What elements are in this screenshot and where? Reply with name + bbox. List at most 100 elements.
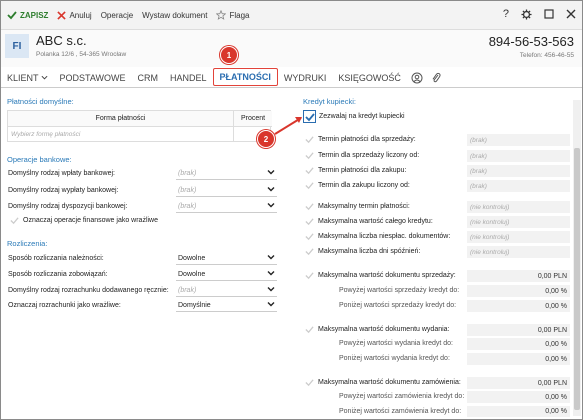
sensitive-settlement-select[interactable]: Domyślnie xyxy=(176,299,277,312)
chevron-down-icon xyxy=(267,254,275,262)
term-purchase-from-value[interactable]: (brak) xyxy=(467,180,570,192)
bank-ops-title: Operacje bankowe: xyxy=(7,155,72,164)
bank-withdrawal-select[interactable]: (brak) xyxy=(176,184,277,197)
receivables-label: Sposób rozliczania należności: xyxy=(8,255,104,262)
max-sale-doc-value[interactable]: 0,00 PLN xyxy=(467,270,570,282)
term-purchase-label: Termin płatności dla zakupu: xyxy=(318,167,407,174)
max-unpaid-checkbox[interactable] xyxy=(305,232,314,241)
term-sale-value[interactable]: (brak) xyxy=(467,134,570,146)
chevron-down-icon xyxy=(267,186,275,194)
max-order-doc-label: Maksymalna wartość dokumentu zamówienia: xyxy=(318,379,461,386)
max-late-label: Maksymalna liczba dni spóźnień: xyxy=(318,248,421,255)
liabilities-value: Dowolne xyxy=(178,270,206,278)
tab-crm[interactable]: CRM xyxy=(132,68,165,87)
issue-below-value[interactable]: 0,00 % xyxy=(467,353,570,365)
bank-order-value: (brak) xyxy=(178,202,197,210)
sale-above-value[interactable]: 0,00 % xyxy=(467,285,570,297)
tab-handel[interactable]: HANDEL xyxy=(164,68,213,87)
max-credit-value[interactable]: (nie kontroluj) xyxy=(467,216,570,228)
receivables-select[interactable]: Dowolne xyxy=(176,252,277,265)
sensitive-settlement-value: Domyślnie xyxy=(178,301,211,309)
manual-settlement-label: Domyślny rodzaj rozrachunku dodawanego r… xyxy=(8,287,169,294)
receivables-value: Dowolne xyxy=(178,254,206,262)
max-term-value[interactable]: (nie kontroluj) xyxy=(467,201,570,213)
liabilities-label: Sposób rozliczania zobowiązań: xyxy=(8,271,108,278)
term-purchase-value[interactable]: (brak) xyxy=(467,165,570,177)
max-order-doc-checkbox[interactable] xyxy=(305,378,314,387)
col-payment-form: Forma płatności xyxy=(8,111,234,127)
save-label: ZAPISZ xyxy=(20,10,49,20)
window: ZAPISZ Anuluj Operacje Wystaw dokument F… xyxy=(0,0,583,420)
issue-above-value[interactable]: 0,00 % xyxy=(467,338,570,350)
paperclip-icon[interactable] xyxy=(427,68,445,87)
bank-deposit-select[interactable]: (brak) xyxy=(176,167,277,180)
sensitive-ops-checkbox[interactable] xyxy=(10,216,19,225)
scrollbar-thumb[interactable] xyxy=(574,148,580,410)
term-sale-from-label: Termin dla sprzedaży liczony od: xyxy=(318,152,420,159)
max-unpaid-label: Maksymalna liczba niespłac. dokumentów: xyxy=(318,233,451,240)
tab-platnosci[interactable]: PŁATNOŚCI xyxy=(212,68,278,86)
max-unpaid-value[interactable]: (nie kontroluj) xyxy=(467,231,570,243)
chevron-down-icon xyxy=(41,75,48,80)
tab-podstawowe[interactable]: PODSTAWOWE xyxy=(54,68,132,87)
check-icon xyxy=(7,10,17,20)
max-issue-doc-checkbox[interactable] xyxy=(305,325,314,334)
toolbar: ZAPISZ Anuluj Operacje Wystaw dokument F… xyxy=(1,1,582,30)
sale-below-value[interactable]: 0,00 % xyxy=(467,300,570,312)
sensitive-settlement-label: Oznaczaj rozrachunki jako wrażliwe: xyxy=(8,302,121,309)
contacts-icon[interactable] xyxy=(407,68,427,87)
help-icon[interactable]: ? xyxy=(503,8,509,20)
tab-bar: KLIENT PODSTAWOWE CRM HANDEL PŁATNOŚCI W… xyxy=(1,67,582,88)
bank-withdrawal-value: (brak) xyxy=(178,186,197,194)
order-below-value[interactable]: 0,00 % xyxy=(467,406,570,417)
max-term-checkbox[interactable] xyxy=(305,202,314,211)
bank-order-select[interactable]: (brak) xyxy=(176,200,277,213)
operations-menu[interactable]: Operacje xyxy=(101,11,133,20)
issue-above-label: Powyżej wartości wydania kredyt do: xyxy=(339,340,453,347)
term-sale-from-checkbox[interactable] xyxy=(305,151,314,160)
vertical-scrollbar[interactable] xyxy=(573,100,581,416)
max-credit-checkbox[interactable] xyxy=(305,217,314,226)
restore-icon[interactable] xyxy=(544,9,554,19)
max-late-checkbox[interactable] xyxy=(305,247,314,256)
step-badge-1: 1 xyxy=(220,46,238,64)
tab-klient-label: KLIENT xyxy=(7,72,39,83)
sale-above-label: Powyżej wartości sprzedaży kredyt do: xyxy=(339,287,460,294)
flag-label: Flaga xyxy=(229,10,250,20)
max-sale-doc-checkbox[interactable] xyxy=(305,271,314,280)
bank-withdrawal-label: Domyślny rodzaj wypłaty bankowej: xyxy=(8,187,119,194)
tab-ksiegowosc[interactable]: KSIĘGOWOŚĆ xyxy=(332,68,407,87)
company-name: ABC s.c. xyxy=(36,33,87,48)
window-controls: ? xyxy=(491,8,576,20)
sale-below-label: Poniżej wartości sprzedaży kredyt do: xyxy=(339,302,457,309)
order-below-label: Poniżej wartości zamówienia kredyt do: xyxy=(339,408,462,415)
chevron-down-icon xyxy=(267,301,275,309)
gear-icon[interactable] xyxy=(521,8,532,20)
max-term-label: Maksymalny termin płatności: xyxy=(318,203,410,210)
term-sale-checkbox[interactable] xyxy=(305,135,314,144)
issue-document-menu[interactable]: Wystaw dokument xyxy=(142,11,207,20)
manual-settlement-select[interactable]: (brak) xyxy=(176,284,277,297)
max-order-doc-value[interactable]: 0,00 PLN xyxy=(467,377,570,389)
max-late-value[interactable]: (nie kontroluj) xyxy=(467,246,570,258)
payment-forms-grid: Forma płatności Procent Wybierz formę pł… xyxy=(7,110,272,142)
close-icon xyxy=(57,10,67,20)
save-button[interactable]: ZAPISZ xyxy=(7,10,48,20)
flag-button[interactable]: Flaga xyxy=(216,10,249,20)
default-payments-title: Płatności domyślne: xyxy=(7,97,74,106)
max-issue-doc-value[interactable]: 0,00 PLN xyxy=(467,324,570,336)
allow-credit-label: Zezwalaj na kredyt kupiecki xyxy=(319,113,405,120)
chevron-down-icon xyxy=(267,169,275,177)
order-above-value[interactable]: 0,00 % xyxy=(467,391,570,403)
liabilities-select[interactable]: Dowolne xyxy=(176,268,277,281)
close-window-icon[interactable] xyxy=(566,9,576,19)
tab-wydruki[interactable]: WYDRUKI xyxy=(278,68,333,87)
max-credit-label: Maksymalna wartość całego kredytu: xyxy=(318,218,433,225)
term-purchase-checkbox[interactable] xyxy=(305,166,314,175)
term-purchase-from-checkbox[interactable] xyxy=(305,181,314,190)
term-purchase-from-label: Termin dla zakupu liczony od: xyxy=(318,182,410,189)
tab-klient[interactable]: KLIENT xyxy=(1,68,54,87)
term-sale-from-value[interactable]: (brak) xyxy=(467,150,570,162)
payment-form-input[interactable]: Wybierz formę płatności xyxy=(8,127,234,142)
cancel-button[interactable]: Anuluj xyxy=(57,10,92,20)
